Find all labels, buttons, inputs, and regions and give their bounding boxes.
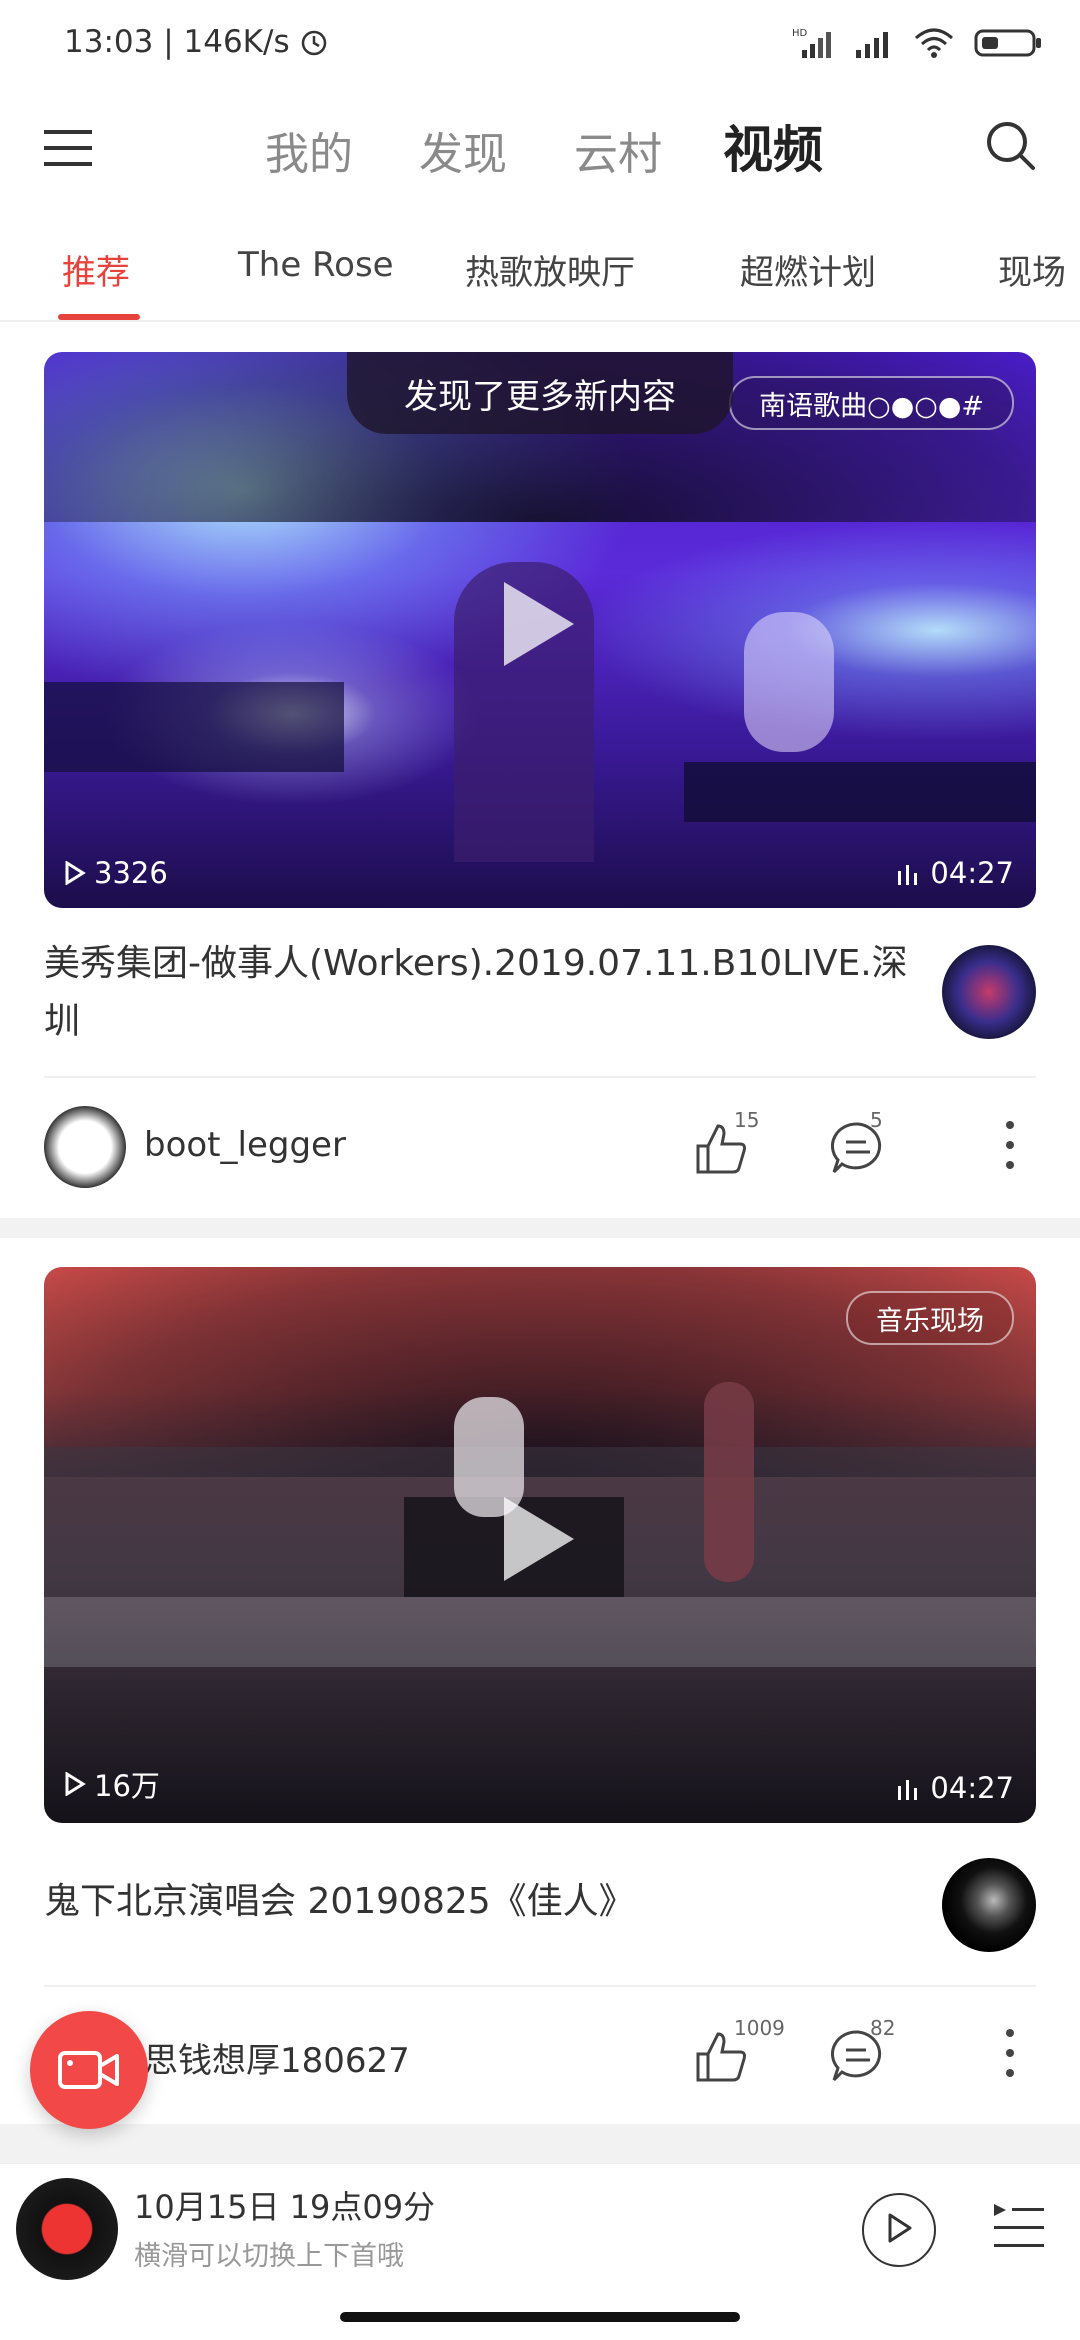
- divider: [44, 1076, 1036, 1078]
- username[interactable]: 思钱想厚180627: [144, 2033, 410, 2082]
- more-icon[interactable]: [998, 1115, 1022, 1175]
- more-icon[interactable]: [998, 2023, 1022, 2083]
- play-count-icon: [65, 861, 86, 885]
- album-disc[interactable]: [16, 2178, 118, 2280]
- category-super-burning[interactable]: 超燃计划: [740, 245, 876, 294]
- battery-icon: [974, 29, 1041, 57]
- like-count: 15: [734, 1108, 760, 1132]
- section-gap: [0, 1218, 1080, 1238]
- divider: [44, 1985, 1036, 1987]
- video-duration: 04:27: [896, 856, 1014, 890]
- play-icon[interactable]: [504, 1497, 574, 1581]
- section-gap: [0, 2124, 1080, 2164]
- status-icons: HD: [792, 26, 1044, 60]
- video-camera-icon: [58, 2051, 119, 2089]
- category-the-rose[interactable]: The Rose: [238, 245, 394, 285]
- tab-cloud-village[interactable]: 云村: [574, 118, 662, 182]
- category-hot-songs[interactable]: 热歌放映厅: [465, 245, 635, 294]
- user-avatar[interactable]: [44, 1106, 126, 1188]
- comment-count: 82: [870, 2016, 896, 2040]
- play-icon[interactable]: [504, 582, 574, 666]
- playlist-icon[interactable]: [990, 2198, 1046, 2254]
- wifi-icon: [915, 28, 953, 58]
- like-count: 1009: [734, 2016, 785, 2040]
- video-thumbnail[interactable]: 音乐现场 16万 04:27: [44, 1267, 1036, 1823]
- menu-icon[interactable]: [44, 128, 94, 168]
- video-title[interactable]: 美秀集团-做事人(Workers).2019.07.11.B10LIVE.深圳: [44, 935, 924, 1051]
- tab-discover[interactable]: 发现: [419, 118, 507, 182]
- player-hint: 横滑可以切换上下首哦: [134, 2241, 404, 2272]
- tab-video[interactable]: 视频: [723, 110, 823, 182]
- hd-signal-icon: HD: [792, 28, 831, 58]
- play-count: 3326: [64, 856, 168, 890]
- signal-icon: [856, 32, 888, 58]
- record-video-button[interactable]: [30, 2011, 148, 2129]
- svg-text:HD: HD: [792, 28, 808, 39]
- tab-mine[interactable]: 我的: [265, 118, 353, 182]
- player-track-title[interactable]: 10月15日 19点09分: [134, 2182, 435, 2228]
- play-count: 16万: [64, 1763, 160, 1805]
- alarm-icon: [302, 30, 327, 56]
- channel-avatar[interactable]: [942, 945, 1036, 1039]
- comment-count: 5: [870, 1108, 883, 1132]
- status-time: 13:03 | 146K/s: [64, 24, 329, 60]
- video-duration: 04:27: [896, 1771, 1014, 1805]
- equalizer-icon: [898, 1780, 918, 1800]
- video-tag[interactable]: 音乐现场: [846, 1291, 1014, 1345]
- video-tag[interactable]: 南语歌曲○●○●#: [729, 376, 1014, 430]
- divider: [0, 320, 1080, 322]
- new-content-toast: 发现了更多新内容: [347, 352, 733, 434]
- equalizer-icon: [898, 865, 918, 885]
- search-icon[interactable]: [985, 120, 1037, 172]
- username[interactable]: boot_legger: [144, 1125, 346, 1165]
- category-recommended[interactable]: 推荐: [62, 245, 130, 294]
- category-live[interactable]: 现场: [998, 245, 1066, 294]
- play-count-icon: [65, 1772, 86, 1796]
- video-title[interactable]: 鬼下北京演唱会 20190825《佳人》: [44, 1873, 924, 1931]
- player-play-button[interactable]: [862, 2193, 936, 2267]
- play-icon: [888, 2213, 912, 2243]
- video-thumbnail[interactable]: 南语歌曲○●○●# 3326 04:27: [44, 352, 1036, 908]
- channel-avatar[interactable]: [942, 1858, 1036, 1952]
- home-indicator[interactable]: [340, 2312, 740, 2322]
